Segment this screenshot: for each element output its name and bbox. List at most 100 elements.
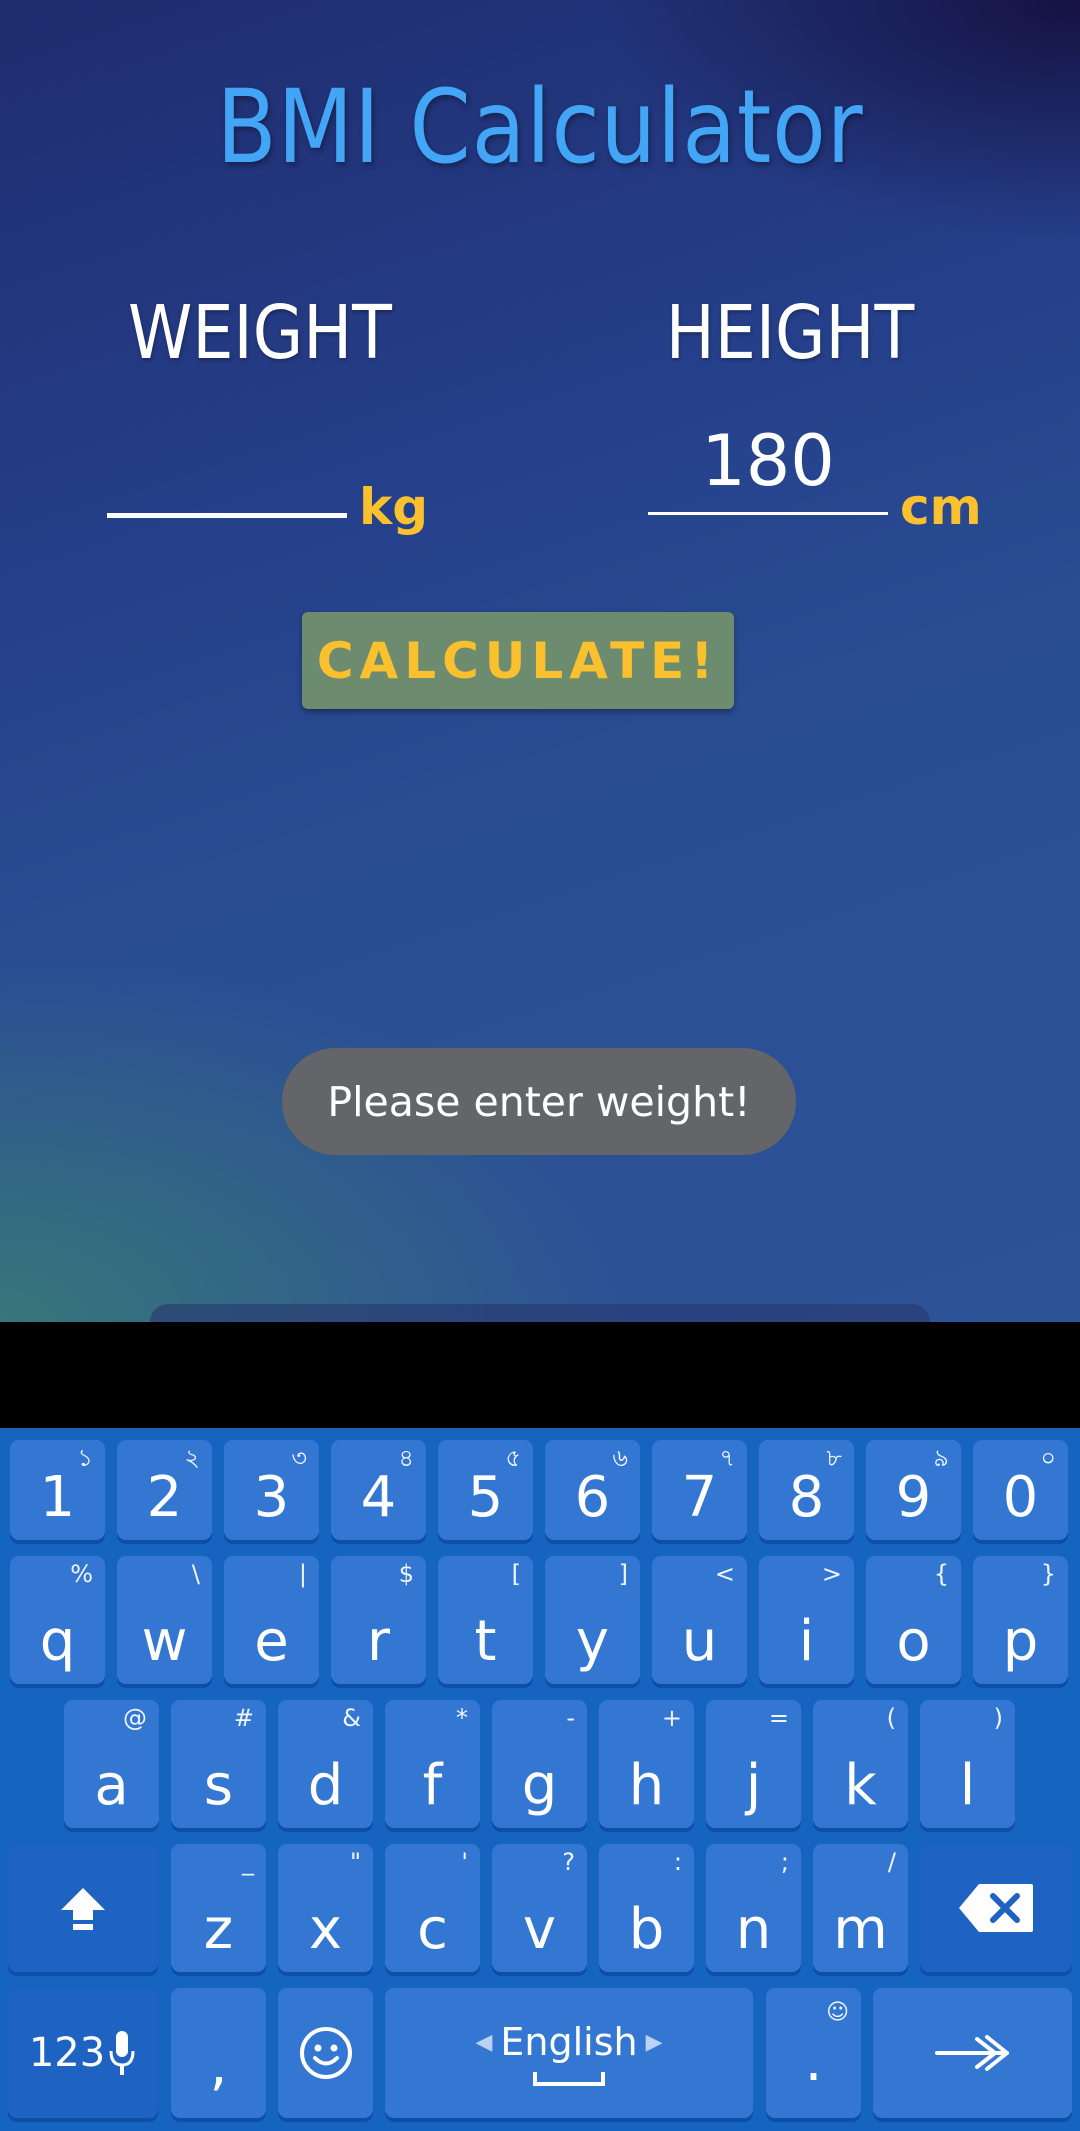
key-v[interactable]: ? v <box>492 1844 587 1972</box>
key-label: 1 <box>39 1465 76 1530</box>
key-x[interactable]: " x <box>278 1844 373 1972</box>
symbols-key[interactable]: 123 <box>8 1988 158 2118</box>
key-label: 4 <box>360 1465 397 1530</box>
key-6[interactable]: ৬6 <box>545 1440 640 1540</box>
key-hint: ৬ <box>612 1444 628 1472</box>
key-a[interactable]: @ a <box>64 1700 159 1828</box>
key-label: h <box>628 1753 665 1818</box>
key-label: 8 <box>788 1465 825 1530</box>
key-label: 6 <box>574 1465 611 1530</box>
key-2[interactable]: ২2 <box>117 1440 212 1540</box>
key-label: 3 <box>253 1465 290 1530</box>
key-hint: ৩ <box>291 1444 307 1472</box>
key-label: f <box>422 1753 443 1818</box>
height-input[interactable]: 180 <box>648 420 888 502</box>
period-key[interactable]: ☺ . <box>766 1988 861 2118</box>
key-n[interactable]: ; n <box>706 1844 801 1972</box>
shift-icon <box>61 1888 105 1930</box>
key-hint: ০ <box>1040 1444 1056 1472</box>
key-9[interactable]: ৯9 <box>866 1440 961 1540</box>
key-label: i <box>798 1609 815 1674</box>
backspace-key[interactable] <box>920 1844 1072 1972</box>
toast-message: Please enter weight! <box>282 1048 796 1155</box>
key-hint: ( <box>886 1704 896 1732</box>
key-f[interactable]: * f <box>385 1700 480 1828</box>
weight-input-underline <box>107 513 347 518</box>
key-label: g <box>521 1753 558 1818</box>
key-label: m <box>833 1897 888 1962</box>
key-label: a <box>94 1753 129 1818</box>
key-label: r <box>366 1609 391 1674</box>
key-hint: ; <box>780 1848 789 1876</box>
key-g[interactable]: -g <box>492 1700 587 1828</box>
emoji-key[interactable] <box>278 1988 373 2118</box>
mic-icon <box>109 2031 135 2075</box>
key-label: 5 <box>467 1465 504 1530</box>
key-0[interactable]: ০0 <box>973 1440 1068 1540</box>
key-q[interactable]: % q <box>10 1556 105 1684</box>
key-label: t <box>474 1609 497 1674</box>
key-j[interactable]: = j <box>706 1700 801 1828</box>
symbols-key-label: 123 <box>28 2030 106 2076</box>
key-label: e <box>254 1609 289 1674</box>
key-label: l <box>959 1753 976 1818</box>
key-w[interactable]: \ w <box>117 1556 212 1684</box>
app-title: BMI Calculator <box>216 68 864 187</box>
key-u[interactable]: < u <box>652 1556 747 1684</box>
key-8[interactable]: ৮8 <box>759 1440 854 1540</box>
key-l[interactable]: ) l <box>920 1700 1015 1828</box>
key-label: c <box>417 1897 448 1962</box>
key-y[interactable]: ] y <box>545 1556 640 1684</box>
key-z[interactable]: _ z <box>171 1844 266 1972</box>
key-h[interactable]: + h <box>599 1700 694 1828</box>
key-label: x <box>308 1897 343 1962</box>
key-3[interactable]: ৩3 <box>224 1440 319 1540</box>
space-key[interactable]: ◀ English ▶ <box>385 1988 753 2118</box>
key-hint: ৯ <box>933 1444 949 1472</box>
key-hint: ☺ <box>826 2000 849 2025</box>
key-hint: ? <box>562 1848 575 1876</box>
key-label: v <box>522 1897 557 1962</box>
key-hint: { <box>933 1560 949 1588</box>
key-o[interactable]: {o <box>866 1556 961 1684</box>
key-hint: > <box>821 1560 842 1588</box>
shift-key[interactable] <box>8 1844 158 1972</box>
key-hint: " <box>349 1848 361 1876</box>
key-hint: \ <box>191 1560 200 1588</box>
key-label: 7 <box>681 1465 718 1530</box>
key-label: . <box>804 2029 823 2094</box>
key-label: n <box>735 1897 772 1962</box>
key-hint: ২ <box>184 1444 200 1472</box>
key-i[interactable]: > i <box>759 1556 854 1684</box>
key-p[interactable]: } p <box>973 1556 1068 1684</box>
key-hint: } <box>1040 1560 1056 1588</box>
key-label: 0 <box>1002 1465 1039 1530</box>
key-k[interactable]: (k <box>813 1700 908 1828</box>
enter-key[interactable] <box>873 1988 1072 2118</box>
enter-arrow-icon <box>934 2035 1009 2071</box>
key-hint: _ <box>242 1848 254 1876</box>
key-label: z <box>203 1897 234 1962</box>
key-label: b <box>628 1897 665 1962</box>
key-5[interactable]: ৫5 <box>438 1440 533 1540</box>
weight-label: WEIGHT <box>128 290 392 376</box>
key-hint: ] <box>618 1560 628 1588</box>
key-b[interactable]: :b <box>599 1844 694 1972</box>
key-7[interactable]: ৭7 <box>652 1440 747 1540</box>
key-e[interactable]: | e <box>224 1556 319 1684</box>
key-hint: * <box>456 1704 468 1732</box>
key-hint: % <box>70 1560 93 1588</box>
key-1[interactable]: ১1 <box>10 1440 105 1540</box>
key-t[interactable]: [t <box>438 1556 533 1684</box>
key-label: q <box>39 1609 76 1674</box>
calculate-button[interactable]: CALCULATE! <box>302 612 734 709</box>
key-4[interactable]: ৪4 <box>331 1440 426 1540</box>
key-m[interactable]: / m <box>813 1844 908 1972</box>
key-c[interactable]: ' c <box>385 1844 480 1972</box>
key-hint: / <box>887 1848 896 1876</box>
comma-key[interactable]: , <box>171 1988 266 2118</box>
key-s[interactable]: # s <box>171 1700 266 1828</box>
key-d[interactable]: & d <box>278 1700 373 1828</box>
key-r[interactable]: $ r <box>331 1556 426 1684</box>
key-hint: ) <box>993 1704 1003 1732</box>
